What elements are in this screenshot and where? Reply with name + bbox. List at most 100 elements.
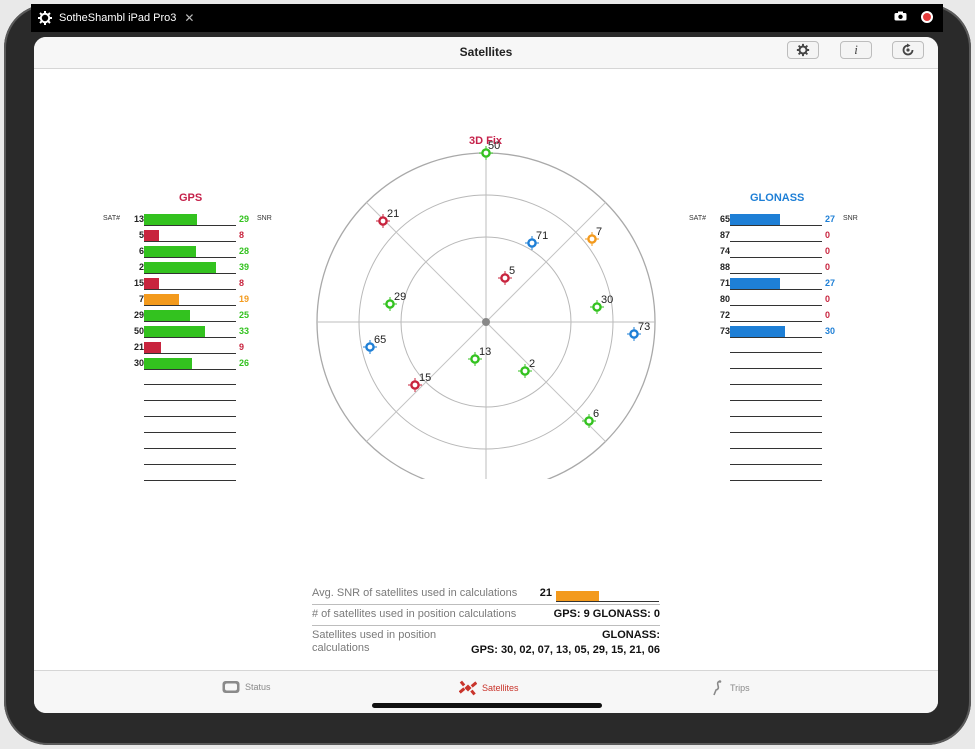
snr-row: 80 0 (690, 292, 860, 308)
snr-row: 50 33 (104, 324, 274, 340)
empty-snr-row (104, 436, 274, 452)
snr-bar (144, 246, 196, 257)
snr-bar (144, 326, 205, 337)
trips-icon (713, 680, 722, 696)
tab-status-label: Status (245, 682, 271, 692)
snr-row: 15 8 (104, 276, 274, 292)
snr-track (730, 278, 822, 290)
snr-value: 9 (239, 342, 245, 352)
satellite-marker: 5 (498, 265, 515, 285)
close-icon[interactable]: ✕ (184, 11, 194, 25)
snr-row: 58 (104, 228, 274, 244)
snr-value: 33 (239, 326, 250, 336)
snr-bar (144, 278, 159, 289)
satellite-marker: 65 (363, 334, 386, 354)
snr-track (144, 358, 236, 370)
snr-track (144, 468, 236, 481)
snr-value: 8 (239, 230, 245, 240)
empty-snr-row (690, 388, 860, 404)
snr-track (730, 230, 822, 242)
snr-bar (730, 326, 785, 337)
avg-snr-row: Avg. SNR of satellites used in calculati… (312, 587, 660, 605)
satellite-dot (520, 366, 530, 376)
snr-value: 0 (825, 230, 831, 240)
snr-value: 0 (825, 294, 831, 304)
satellite-dot (378, 216, 388, 226)
sat-number: 21 (133, 342, 144, 352)
satellite-id-label: 30 (601, 294, 613, 306)
window-titlebar: SotheShambl iPad Pro3 ✕ (31, 4, 943, 32)
snr-track (730, 294, 822, 306)
satellite-marker: 29 (383, 291, 406, 311)
tab-status[interactable]: Status (222, 680, 271, 694)
satellite-id-label: 65 (374, 334, 386, 346)
snr-track (730, 356, 822, 369)
satellite-dot (410, 380, 420, 390)
satellite-id-label: 2 (529, 358, 535, 370)
snr-row: 29 25 (104, 308, 274, 324)
used-list-gps: GPS: 30, 02, 07, 13, 05, 29, 15, 21, 06 (471, 644, 660, 656)
snr-row: 74 0 (690, 244, 860, 260)
satellite-icon (459, 680, 477, 696)
snr-bar (144, 310, 190, 321)
record-icon[interactable] (921, 11, 933, 23)
empty-snr-row (104, 420, 274, 436)
status-icon (222, 681, 240, 693)
sat-number: 13 (133, 214, 144, 224)
snr-track (144, 214, 236, 226)
sat-number: 29 (133, 310, 144, 320)
avg-snr-label: Avg. SNR of satellites used in calculati… (312, 587, 518, 599)
glonass-snr-rows: SAT# SNR 65 27 87 0 74 0 88 0 71 27 80 0 72 0 73 30 (689, 212, 860, 484)
used-count-row: # of satellites used in position calcula… (312, 605, 660, 626)
snr-value: 8 (239, 278, 245, 288)
snr-track (144, 310, 236, 322)
empty-snr-row (104, 372, 274, 388)
snr-value: 27 (825, 214, 836, 224)
used-list-glonass: GLONASS: (601, 629, 660, 641)
info-button[interactable]: i (840, 41, 872, 59)
snr-track (730, 340, 822, 353)
snr-row: 72 0 (690, 308, 860, 324)
refresh-button[interactable] (892, 41, 924, 59)
app-screen: Satellites i GPS SAT# SNR 13 29 5 8 6 28… (34, 37, 938, 713)
satellite-marker: 2 (518, 358, 535, 378)
satellite-id-label: 29 (394, 291, 406, 303)
sat-number: 71 (719, 278, 730, 288)
snr-track (144, 420, 236, 433)
snr-row: SAT# SNR 65 27 (689, 212, 860, 228)
sat-number: 50 (133, 326, 144, 336)
glonass-panel-title: GLONASS (750, 192, 805, 204)
settings-button[interactable] (787, 41, 819, 59)
snr-row: 71 27 (690, 276, 860, 292)
tab-satellites[interactable]: Satellites (459, 680, 519, 696)
snr-row: 87 0 (690, 228, 860, 244)
empty-snr-row (690, 404, 860, 420)
snr-track (730, 262, 822, 274)
satellite-dot (365, 342, 375, 352)
satellite-id-label: 73 (638, 321, 650, 333)
satellite-dot (500, 273, 510, 283)
snr-bar (144, 230, 159, 241)
satellite-dot (385, 299, 395, 309)
satellite-dot (470, 354, 480, 364)
gear-icon[interactable] (37, 10, 53, 26)
window-title: SotheShambl iPad Pro3 (59, 12, 177, 24)
snr-bar (144, 294, 179, 305)
snr-track (730, 326, 822, 338)
satellite-id-label: 50 (488, 140, 500, 152)
empty-snr-row (690, 452, 860, 468)
tab-trips[interactable]: Trips (711, 680, 750, 696)
snr-track (144, 246, 236, 258)
snr-value: 0 (825, 262, 831, 272)
satellite-id-label: 21 (387, 208, 399, 220)
snr-value: 39 (239, 262, 250, 272)
camera-icon[interactable] (894, 11, 907, 21)
snr-track (730, 404, 822, 417)
snr-track (730, 372, 822, 385)
snr-value: 26 (239, 358, 250, 368)
satellite-marker: 7 (585, 226, 602, 246)
used-count-value: GPS: 9 GLONASS: 0 (553, 608, 660, 620)
satellite-sky-plot: 50 21 71 7 5 29 30 73 65 13 2 15 6 (316, 140, 656, 479)
snr-track (730, 468, 822, 481)
sat-column-label: SAT# (103, 215, 120, 222)
